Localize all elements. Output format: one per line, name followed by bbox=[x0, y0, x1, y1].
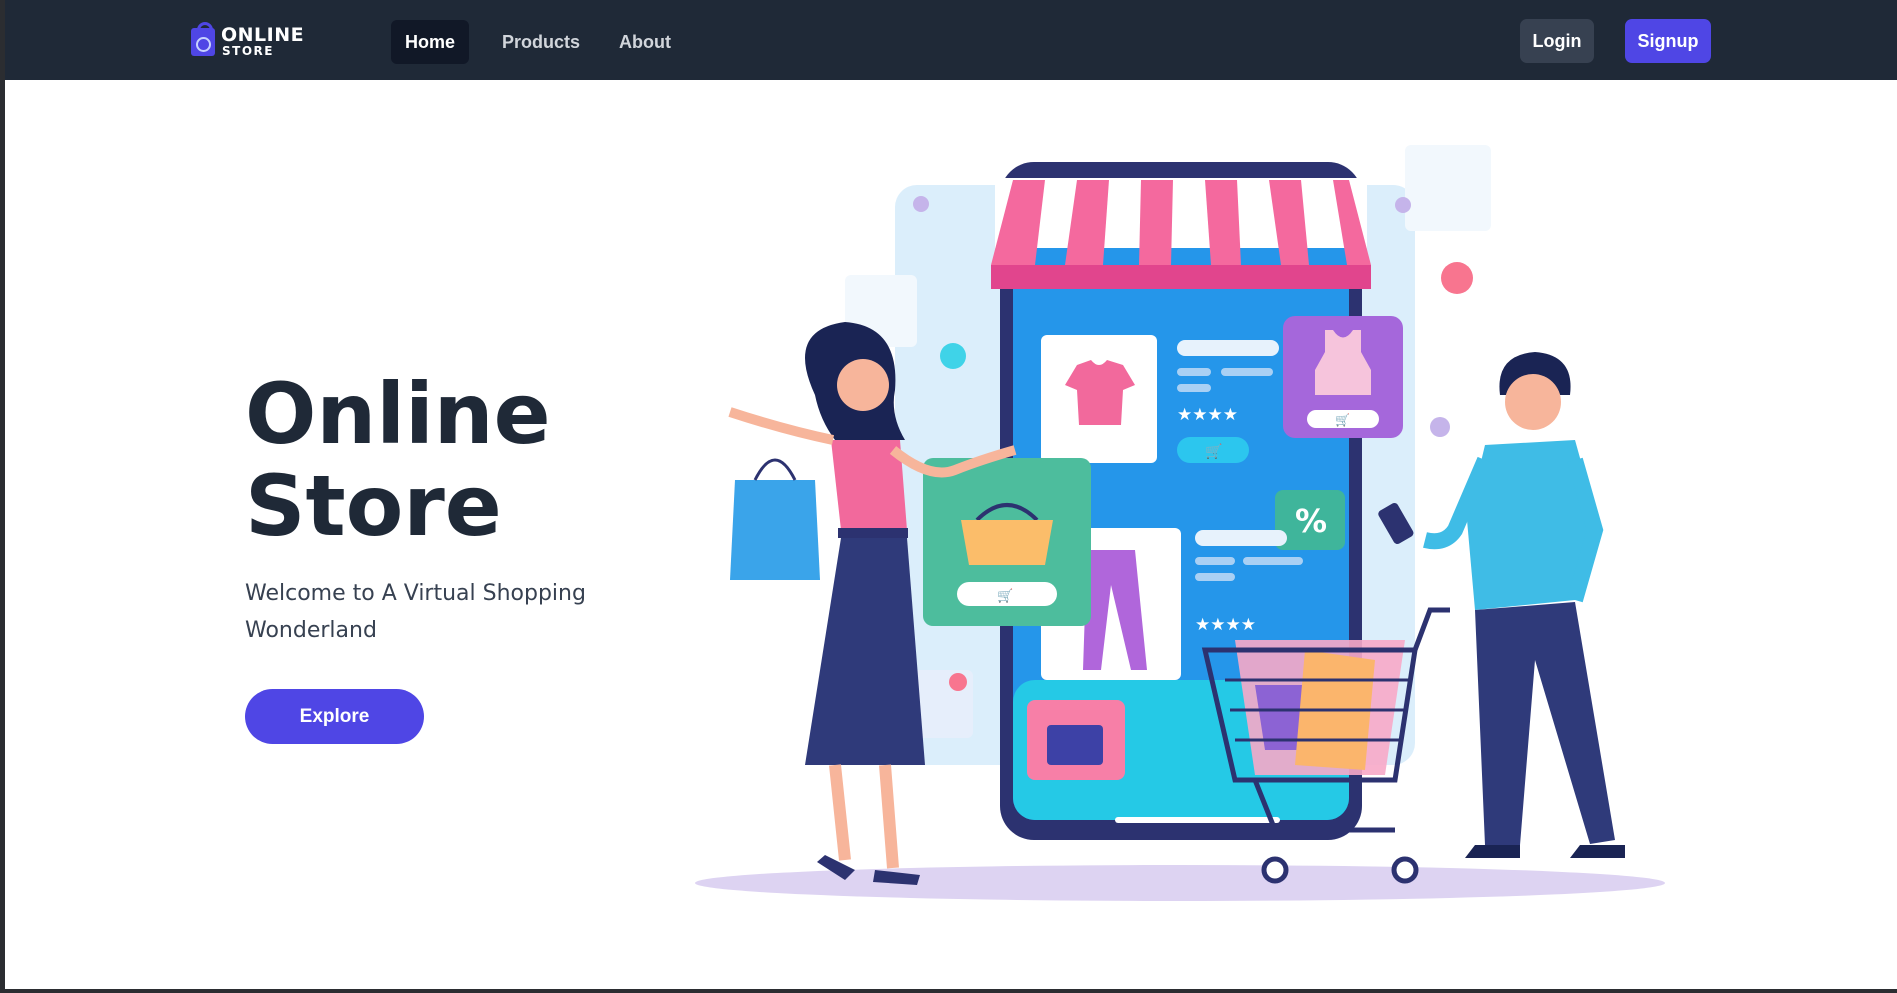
nav-about-link[interactable]: About bbox=[605, 20, 685, 64]
text-line bbox=[1243, 557, 1303, 565]
text-line bbox=[1221, 368, 1273, 376]
text-line bbox=[1177, 368, 1211, 376]
decor-dot bbox=[1395, 197, 1411, 213]
text-line bbox=[1177, 384, 1211, 392]
page-frame: ONLINE STORE Home Products About Login S… bbox=[5, 0, 1897, 989]
cart-icon: 🛒 bbox=[997, 588, 1013, 604]
signup-button[interactable]: Signup bbox=[1625, 19, 1711, 63]
store-awning bbox=[991, 178, 1371, 289]
store-logo[interactable]: ONLINE STORE bbox=[191, 22, 311, 58]
phone-home-bar bbox=[1115, 817, 1280, 823]
decor-dot bbox=[913, 196, 929, 212]
hero-subtitle: Welcome to A Virtual Shopping Wonderland bbox=[245, 581, 586, 643]
cart-icon: 🛒 bbox=[1205, 443, 1222, 460]
backdrop-card bbox=[1405, 145, 1491, 231]
wallet-icon bbox=[1047, 725, 1103, 765]
login-button[interactable]: Login bbox=[1520, 19, 1594, 63]
handbag-icon bbox=[961, 520, 1053, 565]
star-rating: ★★★★ bbox=[1195, 615, 1256, 635]
decor-dot bbox=[940, 343, 966, 369]
logo-line-1: ONLINE bbox=[221, 24, 305, 46]
logo-line-2: STORE bbox=[222, 44, 274, 58]
nav-home-link[interactable]: Home bbox=[391, 20, 469, 64]
percent-icon: % bbox=[1295, 502, 1327, 540]
hero-title-line-2: Store bbox=[245, 457, 502, 555]
text-line bbox=[1195, 530, 1287, 546]
shopping-illustration: ★★★★ 🛒 🛒 % ★★★★ 🛒 bbox=[695, 145, 1665, 901]
nav-products-link[interactable]: Products bbox=[491, 20, 591, 64]
text-line bbox=[1195, 557, 1235, 565]
hero-title-line-1: Online bbox=[245, 365, 551, 463]
shopping-bag-icon bbox=[191, 22, 215, 56]
text-line bbox=[1177, 340, 1279, 356]
text-line bbox=[1195, 573, 1235, 581]
top-navbar: ONLINE STORE Home Products About Login S… bbox=[5, 0, 1897, 80]
decor-dot bbox=[1441, 262, 1473, 294]
decor-dot bbox=[1430, 417, 1450, 437]
explore-button[interactable]: Explore bbox=[245, 689, 424, 744]
cart-icon: 🛒 bbox=[1335, 413, 1350, 427]
star-rating: ★★★★ bbox=[1177, 405, 1238, 425]
hero-title: Online Store bbox=[245, 368, 645, 552]
decor-dot bbox=[949, 673, 967, 691]
